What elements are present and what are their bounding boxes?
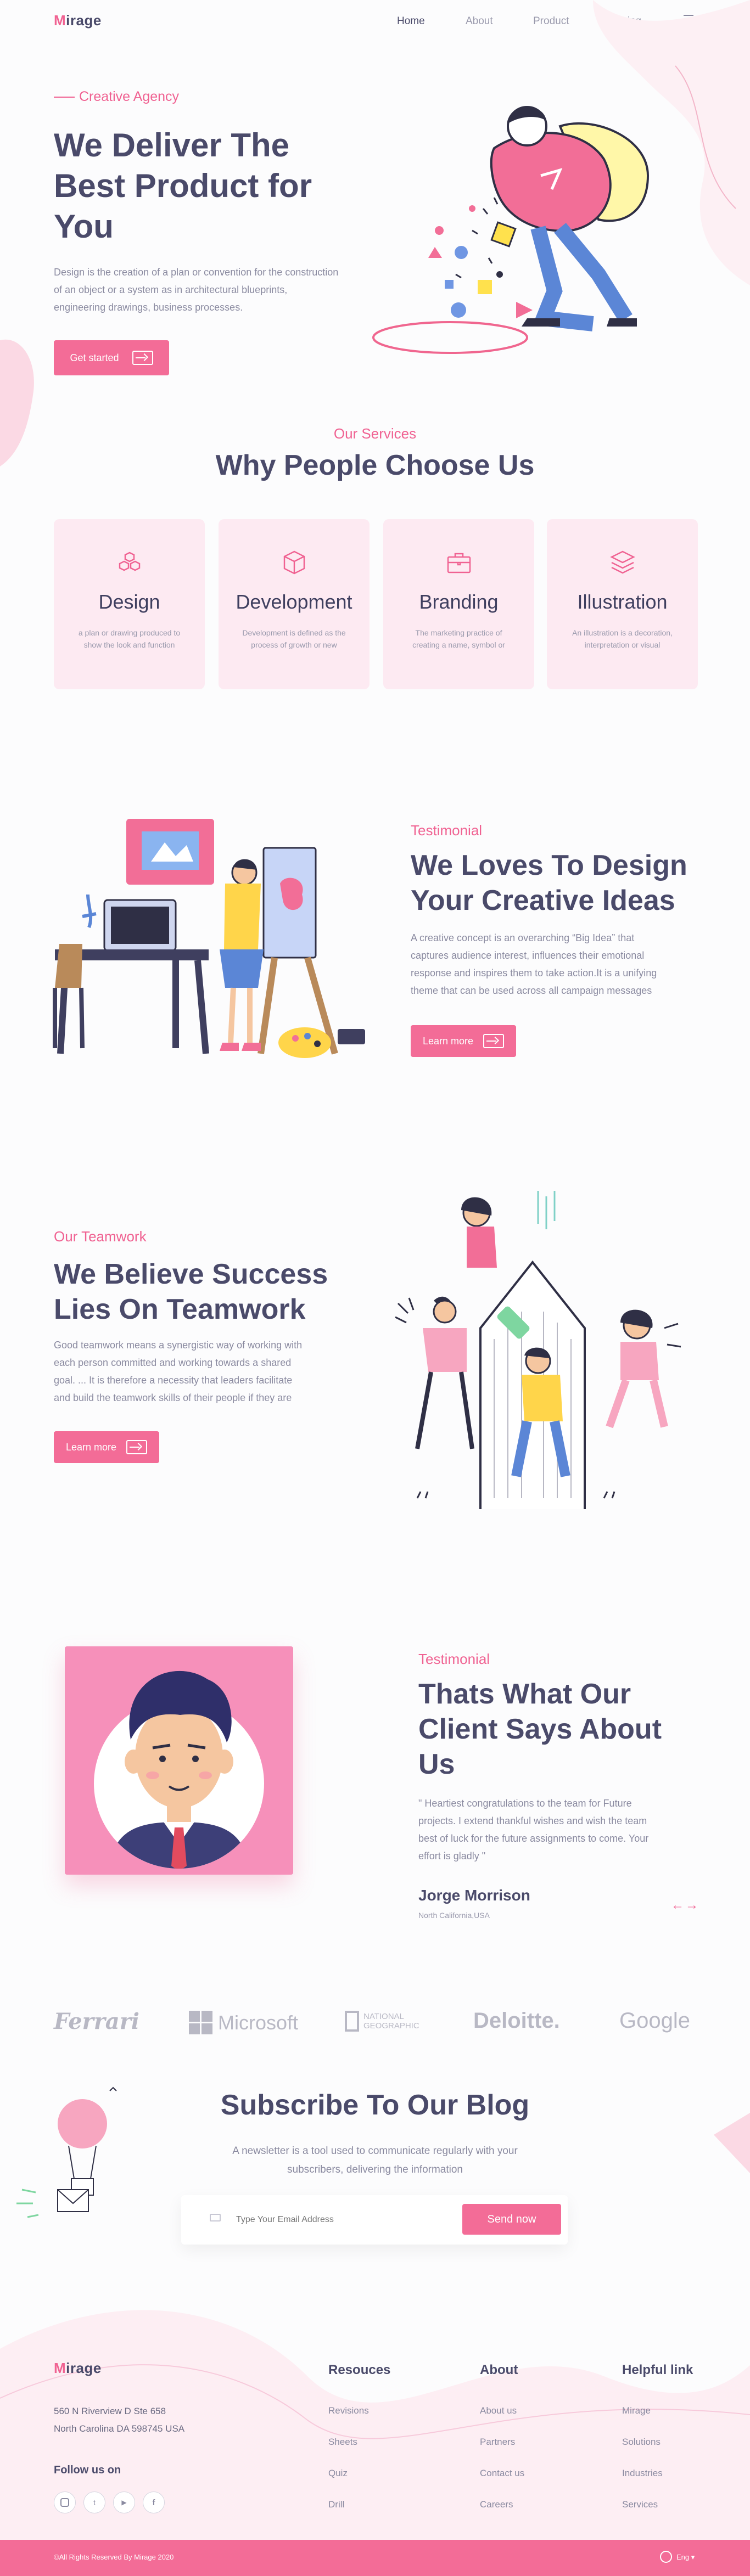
- brand-natgeo: NATIONAL GEOGRAPHIC: [363, 2012, 419, 2031]
- hero-description: Design is the creation of a plan or conv…: [54, 267, 339, 313]
- footer-link[interactable]: Careers: [480, 2499, 513, 2510]
- subscribe-description: A newsletter is a tool used to communica…: [232, 2145, 518, 2175]
- service-title: Branding: [419, 590, 499, 613]
- copyright: ©All Rights Reserved By Mirage 2020: [54, 2553, 174, 2561]
- service-card-branding[interactable]: Branding The marketing practice of creat…: [383, 519, 534, 689]
- logo-rest: irage: [66, 2360, 102, 2376]
- testimonial-title: Thats What Our Client Says About Us: [418, 1678, 662, 1780]
- footer-link[interactable]: About us: [480, 2405, 517, 2416]
- footer-logo[interactable]: Mirage: [54, 2360, 102, 2377]
- globe-icon: [660, 2551, 672, 2563]
- brand-deloitte: Deloitte.: [473, 2009, 560, 2033]
- brand-microsoft-logo: Microsoft: [189, 2011, 298, 2034]
- footer-link[interactable]: Contact us: [480, 2468, 524, 2479]
- windows-icon: [189, 2011, 212, 2034]
- service-title: Design: [98, 590, 160, 613]
- footer-col-helpful-title: Helpful link: [622, 2363, 693, 2377]
- services-title: Why People Choose Us: [215, 449, 535, 481]
- hero-title: We Deliver The Best Product for You: [54, 127, 312, 245]
- footer-link[interactable]: Industries: [622, 2468, 663, 2479]
- cubes-icon: [119, 552, 140, 571]
- footer-link[interactable]: Mirage: [622, 2405, 651, 2416]
- natgeo-frame-icon: [345, 2011, 359, 2032]
- youtube-icon[interactable]: ▶: [113, 2491, 135, 2513]
- twitter-icon[interactable]: t: [83, 2491, 105, 2513]
- footer-col-about-title: About: [480, 2363, 518, 2377]
- client-name: Jorge Morrison: [418, 1887, 530, 1904]
- subscribe-form: Send now: [181, 2195, 568, 2245]
- cube-icon: [283, 550, 305, 575]
- creative-title: We Loves To Design Your Creative Ideas: [411, 850, 687, 916]
- service-card-development[interactable]: Development Development is defined as th…: [219, 519, 370, 689]
- creative-learn-more-button[interactable]: Learn more: [411, 1025, 516, 1057]
- subscribe-title: Subscribe To Our Blog: [220, 2089, 530, 2121]
- layers-icon: [609, 550, 635, 574]
- arrow-right-icon: [126, 1440, 148, 1454]
- service-description: Development is defined as the process of…: [242, 628, 346, 649]
- service-title: Development: [236, 590, 352, 613]
- teamwork-eyebrow: Our Teamwork: [54, 1228, 147, 1245]
- footer-col-resources-title: Resouces: [328, 2363, 391, 2377]
- arrow-right-icon: [132, 351, 153, 365]
- brand-microsoft: Microsoft: [218, 2011, 299, 2034]
- follow-us-label: Follow us on: [54, 2464, 121, 2476]
- footer-link[interactable]: Services: [622, 2499, 658, 2510]
- creative-description: A creative concept is an overarching “Bi…: [411, 932, 657, 996]
- testimonial-quote: " Heartiest congratulations to the team …: [418, 1798, 649, 1861]
- mail-icon: [210, 2214, 221, 2221]
- service-description: An illustration is a decoration, interpr…: [572, 628, 673, 649]
- client-location: North California,USA: [418, 1911, 490, 1920]
- creative-eyebrow: Testimonial: [411, 822, 483, 839]
- footer-link[interactable]: Drill: [328, 2499, 344, 2510]
- footer-link[interactable]: Solutions: [622, 2437, 661, 2448]
- service-card-illustration[interactable]: Illustration An illustration is a decora…: [547, 519, 698, 689]
- service-card-design[interactable]: Design a plan or drawing produced to sho…: [54, 519, 205, 689]
- service-description: The marketing practice of creating a nam…: [412, 628, 505, 649]
- footer-link[interactable]: Sheets: [328, 2437, 357, 2448]
- teamwork-learn-more-button[interactable]: Learn more: [54, 1431, 159, 1463]
- teamwork-illustration: [395, 1191, 681, 1509]
- footer-address: 560 N Riverview D Ste 658 North Carolina…: [54, 2406, 185, 2434]
- facebook-icon[interactable]: f: [143, 2491, 165, 2513]
- service-description: a plan or drawing produced to show the l…: [78, 628, 181, 649]
- next-arrow-icon[interactable]: →: [685, 1898, 698, 1913]
- client-avatar: [94, 1671, 264, 1869]
- arrow-right-icon: [483, 1034, 505, 1048]
- footer-link[interactable]: Revisions: [328, 2405, 369, 2416]
- get-started-button[interactable]: Get started: [54, 340, 169, 375]
- teamwork-title: We Believe Success Lies On Teamwork: [54, 1258, 328, 1325]
- briefcase-icon: [447, 553, 471, 573]
- prev-arrow-icon[interactable]: ←: [671, 1898, 684, 1913]
- language-selector[interactable]: Eng ▾: [676, 2553, 695, 2562]
- footer-link[interactable]: Partners: [480, 2437, 515, 2448]
- footer-link[interactable]: Quiz: [328, 2468, 348, 2479]
- client-photo-frame: [65, 1646, 293, 1875]
- brand-google: Google: [619, 2009, 690, 2033]
- testimonial-eyebrow: Testimonial: [418, 1651, 490, 1667]
- designer-illustration: [53, 819, 365, 1058]
- footer-bottom-bar: ©All Rights Reserved By Mirage 2020 Eng …: [0, 2540, 750, 2576]
- email-input[interactable]: [236, 2207, 439, 2232]
- brand-ferrari: Ferrari: [54, 2009, 139, 2034]
- send-now-button[interactable]: Send now: [462, 2204, 561, 2235]
- hero-illustration: [372, 106, 650, 354]
- services-eyebrow: Our Services: [333, 425, 417, 442]
- hero-eyebrow: Creative Agency: [54, 89, 179, 105]
- brand-natgeo-logo: NATIONAL GEOGRAPHIC: [345, 2011, 440, 2032]
- teamwork-description: Good teamwork means a synergistic way of…: [54, 1340, 303, 1403]
- service-title: Illustration: [577, 590, 668, 613]
- instagram-icon[interactable]: [54, 2491, 76, 2513]
